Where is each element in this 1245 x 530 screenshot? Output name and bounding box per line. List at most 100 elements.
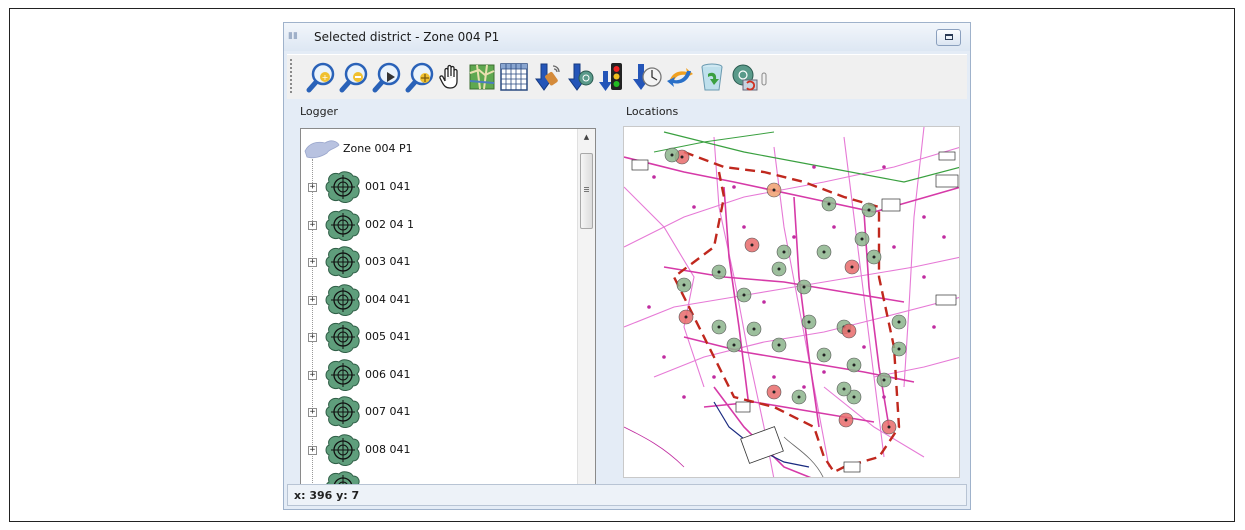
locations-label: Locations [626,105,679,118]
tree-item[interactable]: +005 041 [301,319,581,355]
title-bar: ▮▮ Selected district - Zone 004 P1 [284,23,970,51]
scroll-up-arrow[interactable]: ▲ [578,129,595,146]
pipe-junction [682,395,686,399]
pipe-junction [922,215,926,219]
recycle-button[interactable] [697,60,727,94]
marker-center [852,395,856,399]
marker-center [822,353,826,357]
pipe-junction [772,375,776,379]
sync-button[interactable] [665,60,695,94]
scroll-thumb[interactable] [580,153,593,229]
street-line [663,131,959,183]
tree-item[interactable]: +006 041 [301,357,581,393]
expand-toggle[interactable]: + [308,408,317,417]
window-title: Selected district - Zone 004 P1 [314,30,500,44]
tree-item[interactable]: +003 041 [301,244,581,280]
district-map[interactable] [624,127,960,478]
pipe-line [773,146,830,468]
pan-hand-icon [439,64,458,89]
pipe-junction [792,235,796,239]
pipe-junction [712,375,716,379]
expand-toggle[interactable]: + [308,183,317,192]
signal-button[interactable] [533,60,563,94]
expand-toggle[interactable]: + [308,370,317,380]
tree-item-label[interactable]: 005 041 [365,330,411,343]
zoom-out-button[interactable] [338,60,368,94]
toolbar-overflow[interactable] [761,60,767,94]
map-button[interactable] [467,60,497,94]
tree-root-label[interactable]: Zone 004 P1 [343,142,413,155]
overflow-icon [761,72,767,86]
logger-node-icon [323,320,363,354]
marker-center [777,343,781,347]
zoom-out-icon [339,62,368,93]
locations-map[interactable] [623,126,960,478]
tree-item-label[interactable]: 006 041 [365,368,411,381]
tree-item-label[interactable]: 007 041 [365,405,411,418]
marker-center [860,237,864,241]
tree-item[interactable]: +002 04 1 [301,207,581,243]
pipe-junction [732,185,736,189]
logger-tree[interactable]: Zone 004 P1 +001 041 +002 04 1 +003 041 +00… [300,128,596,497]
zoom-extent-button[interactable] [404,60,434,94]
pipe-junction [812,165,816,169]
expand-toggle[interactable]: + [308,295,317,305]
traffic-button[interactable] [599,60,629,94]
pan-button[interactable] [436,60,466,94]
marker-center [717,325,721,329]
tree-item-label[interactable]: 008 041 [365,443,411,456]
clock-arrow-icon [633,64,662,90]
tree-item[interactable]: +004 041 [301,282,581,318]
marker-center [732,343,736,347]
expand-toggle[interactable]: + [308,220,317,230]
marker-center [750,243,754,247]
logger-node-icon [323,433,363,467]
marker-center [850,265,854,269]
recycle-bin-icon [701,63,723,91]
marker-center [772,390,776,394]
district-window: ▮▮ Selected district - Zone 004 P1 + Log… [283,22,971,510]
tree-item[interactable]: +007 041 [301,394,581,430]
marker-center [742,293,746,297]
marker-center [882,378,886,382]
zoom-in-icon: + [306,62,335,93]
device-refresh-icon [732,64,758,91]
app-icon: ▮▮ [288,31,298,41]
zone-icon [304,140,340,159]
map-annotation-box [935,174,959,188]
svg-text:+: + [322,73,329,82]
tree-item-label[interactable]: 002 04 1 [365,218,414,231]
pipe-junction [662,355,666,359]
zoom-previous-button[interactable] [371,60,401,94]
tree-item-label[interactable]: 003 041 [365,255,411,268]
tree-item[interactable]: +008 041 [301,432,581,468]
marker-center [772,188,776,192]
tree-item-label[interactable]: 004 041 [365,293,411,306]
pipe-junction [652,175,656,179]
expand-toggle[interactable]: + [308,445,317,455]
grid-button[interactable] [499,60,529,94]
district-boundary [672,150,901,474]
toolbar: + [287,54,967,99]
sync-arrows-icon [667,68,693,87]
sensor-button[interactable] [566,60,596,94]
toolbar-grip[interactable] [290,59,295,93]
zoom-in-button[interactable]: + [305,60,335,94]
expand-toggle[interactable]: + [308,258,317,267]
time-button[interactable] [632,60,662,94]
pipe-junction [922,275,926,279]
tree-item[interactable]: +001 041 [301,169,581,205]
marker-center [752,327,756,331]
logger-node-icon [323,395,363,429]
map-icon [469,64,495,90]
map-annotation-box [935,294,957,306]
restore-button[interactable] [936,29,961,46]
tree-item-label[interactable]: 001 041 [365,180,411,193]
marker-center [842,387,846,391]
pipe-junction [832,225,836,229]
logger-scrollbar[interactable]: ▲ ▼ [577,129,595,496]
refresh-button[interactable] [730,60,760,94]
marker-center [897,320,901,324]
expand-toggle[interactable]: + [308,333,317,342]
logger-node-icon [323,208,363,242]
